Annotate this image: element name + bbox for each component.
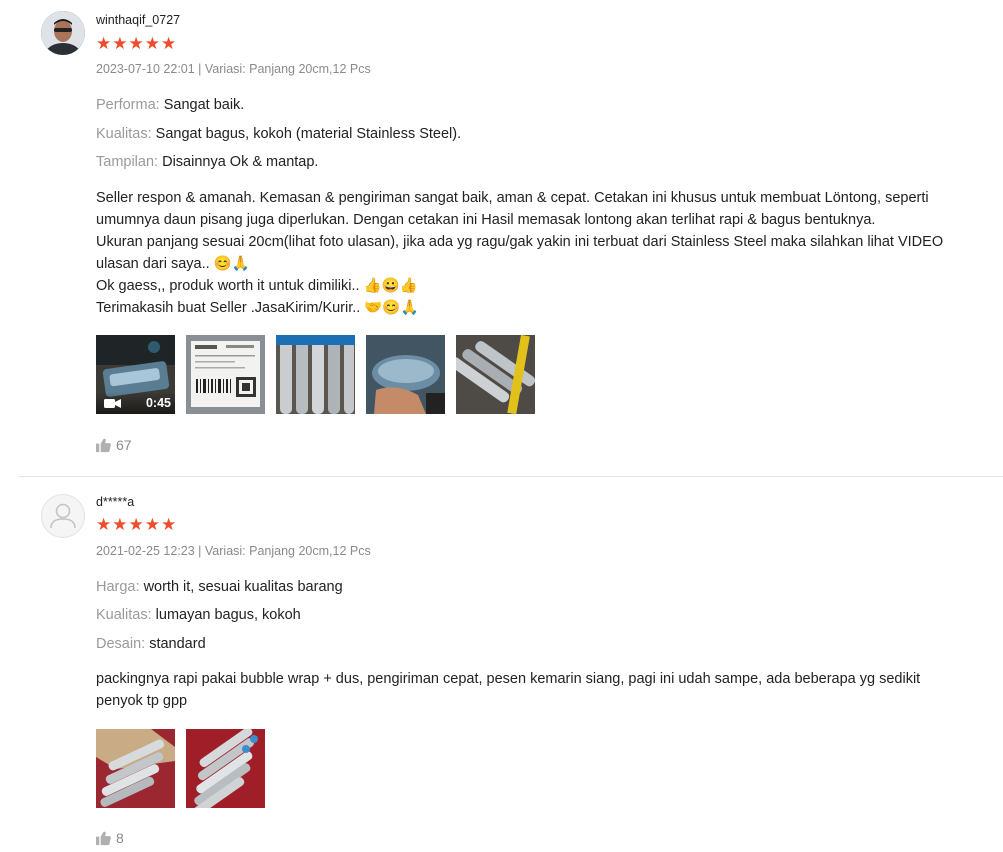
- like-count: 67: [116, 437, 132, 453]
- rating-stars: ★★★★★: [96, 34, 178, 53]
- review-comment: packingnya rapi pakai bubble wrap + dus,…: [96, 668, 996, 712]
- attribute-value: standard: [149, 636, 206, 652]
- measuring-tubes-photo: [456, 335, 535, 414]
- like-button[interactable]: 8: [96, 830, 124, 846]
- user-avatar[interactable]: [41, 11, 85, 55]
- default-user-icon: [50, 503, 76, 529]
- review-photo-thumbnail[interactable]: [96, 729, 175, 808]
- attribute-row: Harga: worth it, sesuai kualitas barang: [96, 579, 343, 595]
- reviewer-username: d*****a: [96, 495, 135, 509]
- attribute-value: lumayan bagus, kokoh: [155, 607, 301, 623]
- attribute-label: Kualitas:: [96, 126, 152, 142]
- comment-line: umumnya daun pisang juga diperlukan. Den…: [96, 212, 876, 228]
- review-photo-thumbnail[interactable]: [456, 335, 535, 414]
- attribute-label: Desain:: [96, 636, 146, 652]
- packaging-box-photo: [96, 729, 175, 808]
- user-avatar[interactable]: [41, 494, 85, 538]
- review-photo-thumbnail[interactable]: [366, 335, 445, 414]
- attribute-value: Sangat bagus, kokoh (material Stainless …: [155, 126, 462, 142]
- attribute-label: Performa:: [96, 97, 160, 113]
- thumbs-up-icon: [96, 438, 111, 452]
- attribute-value: worth it, sesuai kualitas barang: [143, 579, 343, 595]
- attribute-label: Kualitas:: [96, 607, 152, 623]
- review-photo-thumbnail[interactable]: [276, 335, 355, 414]
- thumbs-up-icon: [96, 831, 111, 845]
- review-date-variation: 2021-02-25 12:23 | Variasi: Panjang 20cm…: [96, 544, 371, 558]
- comment-line: packingnya rapi pakai bubble wrap + dus,…: [96, 671, 921, 687]
- review-date-variation: 2023-07-10 22:01 | Variasi: Panjang 20cm…: [96, 62, 371, 76]
- like-button[interactable]: 67: [96, 437, 132, 453]
- attribute-row: Performa: Sangat baik.: [96, 97, 244, 113]
- review-photo-thumbnail[interactable]: [186, 335, 265, 414]
- attribute-row: Kualitas: lumayan bagus, kokoh: [96, 607, 301, 623]
- hand-holding-tubes-photo: [366, 335, 445, 414]
- avatar-photo: [41, 11, 85, 55]
- rating-stars: ★★★★★: [96, 515, 178, 534]
- review-divider: [18, 476, 1003, 477]
- attribute-value: Disainnya Ok & mantap.: [162, 154, 319, 170]
- review-comment: Seller respon & amanah. Kemasan & pengir…: [96, 187, 996, 319]
- attribute-row: Tampilan: Disainnya Ok & mantap.: [96, 154, 318, 170]
- comment-line: Ok gaess,, produk worth it untuk dimilik…: [96, 278, 418, 294]
- attribute-label: Tampilan:: [96, 154, 159, 170]
- comment-line: ulasan dari saya.. 😊🙏: [96, 256, 250, 272]
- comment-line: penyok tp gpp: [96, 693, 188, 709]
- video-badge: 0:45: [96, 392, 175, 414]
- like-count: 8: [116, 830, 124, 846]
- steel-tubes-on-mat-photo: [186, 729, 265, 808]
- review-media: 0:45: [96, 335, 535, 414]
- review-video-thumbnail[interactable]: 0:45: [96, 335, 175, 414]
- comment-line: Terimakasih buat Seller .JasaKirim/Kurir…: [96, 300, 419, 316]
- attribute-row: Desain: standard: [96, 636, 206, 652]
- video-duration: 0:45: [145, 396, 171, 410]
- attribute-value: Sangat baik.: [163, 97, 245, 113]
- attribute-label: Harga:: [96, 579, 140, 595]
- steel-tubes-photo: [276, 335, 355, 414]
- comment-line: Ukuran panjang sesuai 20cm(lihat foto ul…: [96, 234, 944, 250]
- attribute-row: Kualitas: Sangat bagus, kokoh (material …: [96, 126, 461, 142]
- video-camera-icon: [104, 398, 121, 408]
- shipping-label-photo: [186, 335, 265, 414]
- review-photo-thumbnail[interactable]: [186, 729, 265, 808]
- review-media: [96, 729, 265, 808]
- reviewer-username: winthaqif_0727: [96, 13, 181, 27]
- comment-line: Seller respon & amanah. Kemasan & pengir…: [96, 190, 929, 206]
